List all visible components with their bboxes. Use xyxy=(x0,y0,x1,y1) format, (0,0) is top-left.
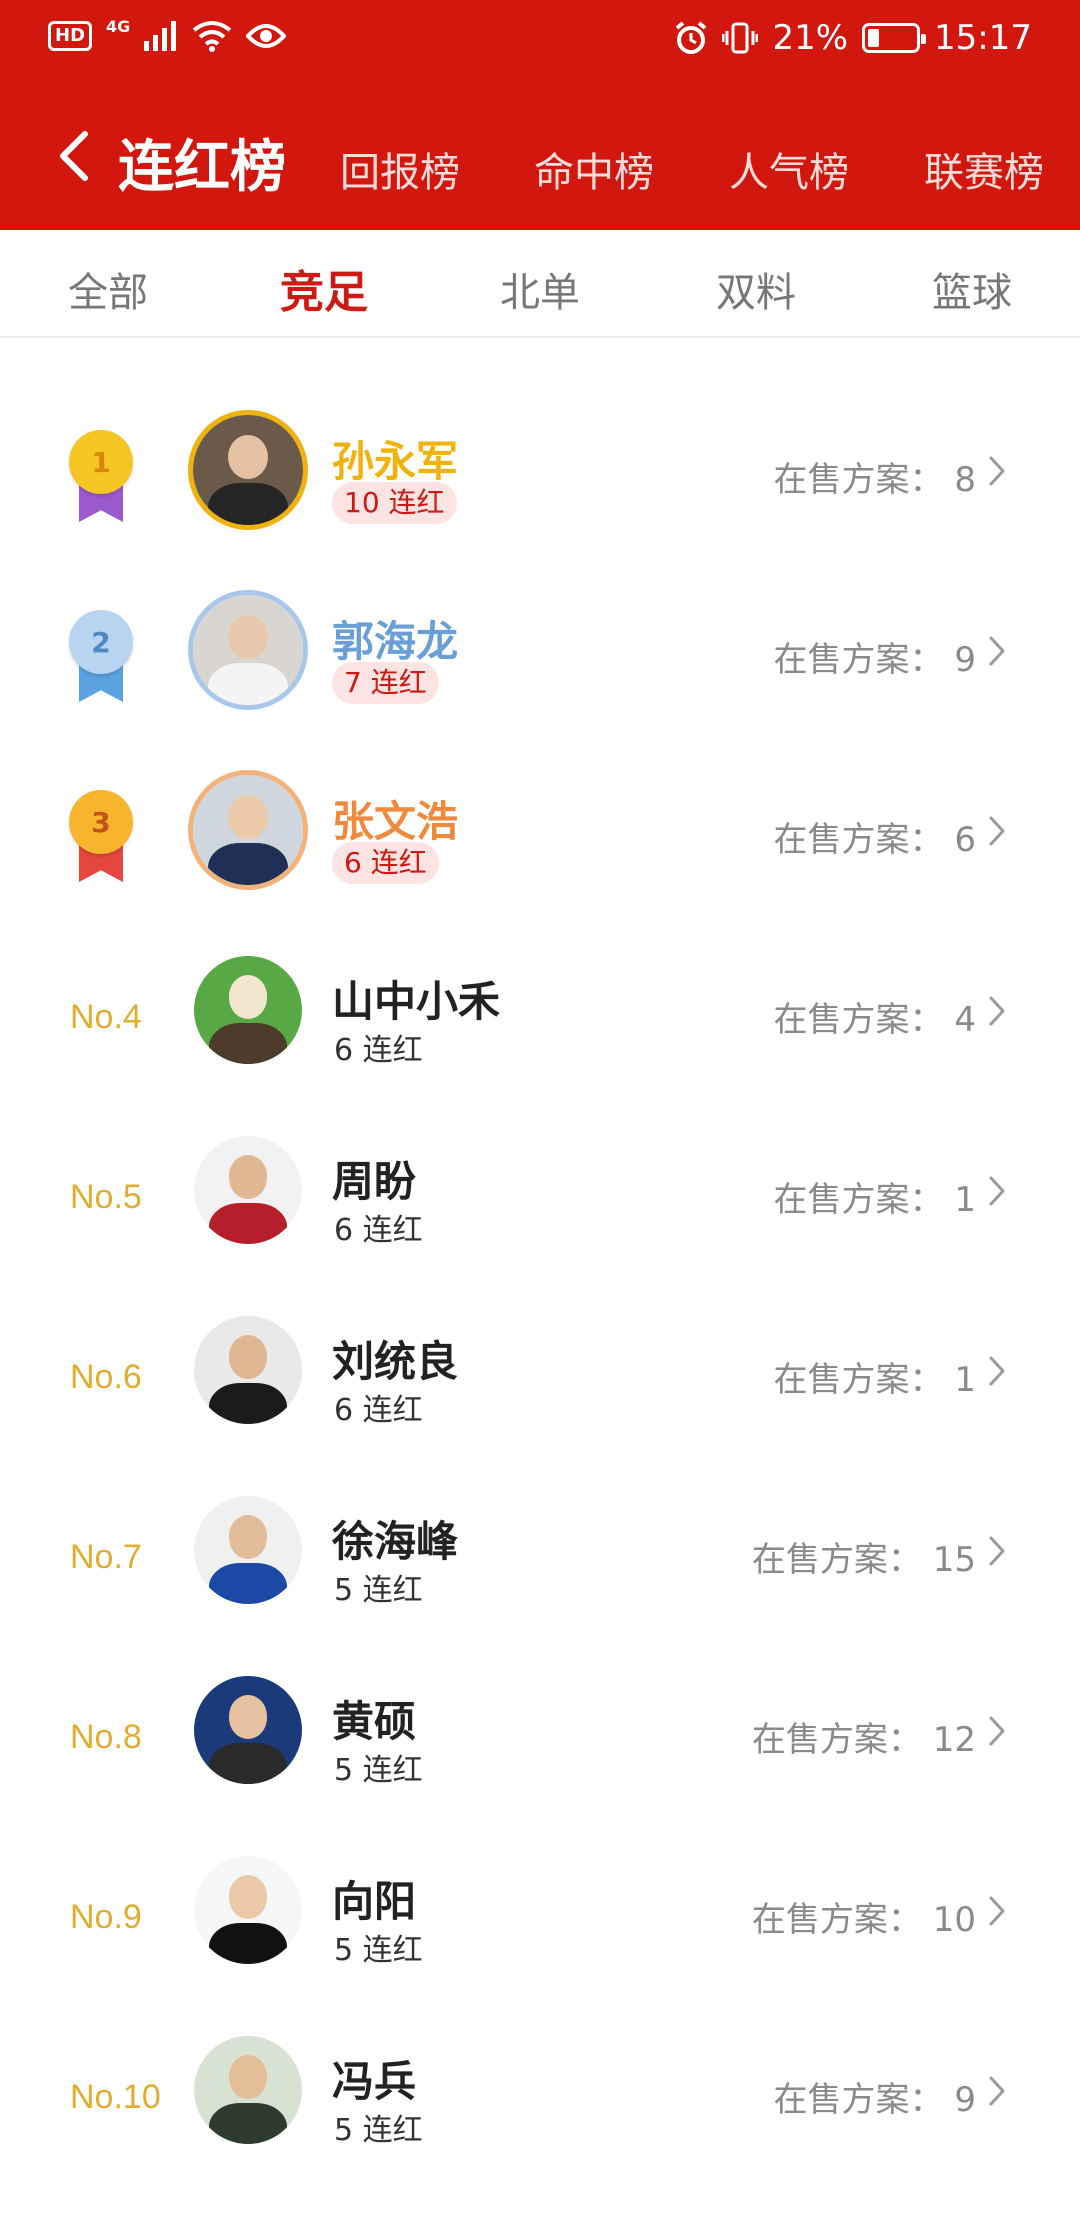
tab-all[interactable]: 全部 xyxy=(68,260,148,318)
on-sale-count: 在售方案： 15 xyxy=(751,1540,976,1580)
rank-number: No.7 xyxy=(70,1538,142,1576)
medal-rank-number: 2 xyxy=(69,610,133,674)
chevron-right-icon[interactable] xyxy=(980,1894,1014,1928)
expert-name[interactable]: 冯兵 xyxy=(332,2048,416,2109)
expert-name[interactable]: 黄硕 xyxy=(332,1688,416,1749)
chevron-right-icon[interactable] xyxy=(980,1174,1014,1208)
tab-jingzu[interactable]: 竞足 xyxy=(280,256,368,320)
rank-number: No.10 xyxy=(70,2078,161,2116)
rank-number: No.8 xyxy=(70,1718,142,1756)
medal-rank-number: 3 xyxy=(69,790,133,854)
chevron-left-icon xyxy=(60,131,88,181)
chevron-right-icon[interactable] xyxy=(980,634,1014,668)
rank-number: No.5 xyxy=(70,1178,142,1216)
ranking-row[interactable]: No.5 周盼 6 连红 在售方案： 1 xyxy=(0,1060,1080,1248)
status-bar: HD 4G 21% 15:17 xyxy=(0,0,1080,80)
on-sale-count: 在售方案： 6 xyxy=(773,820,976,860)
tab-beidan[interactable]: 北单 xyxy=(500,260,580,318)
streak-badge: 5 连红 xyxy=(334,2113,423,2148)
category-tabs: 全部 竞足 北单 双料 篮球 xyxy=(0,230,1080,338)
on-sale-count: 在售方案： 1 xyxy=(773,1180,976,1220)
tab-basketball[interactable]: 篮球 xyxy=(932,260,1012,318)
ranking-row[interactable]: No.8 黄硕 5 连红 在售方案： 12 xyxy=(0,1600,1080,1788)
medal-icon: 1 xyxy=(66,430,136,530)
ranking-row[interactable]: 3 张文浩 6 连红 在售方案： 6 xyxy=(0,700,1080,890)
expert-name[interactable]: 郭海龙 xyxy=(332,608,458,669)
ranking-row[interactable]: No.4 山中小禾 6 连红 在售方案： 4 xyxy=(0,880,1080,1068)
medal-icon: 3 xyxy=(66,790,136,890)
avatar[interactable] xyxy=(188,410,308,530)
avatar[interactable] xyxy=(194,1316,302,1424)
expert-name[interactable]: 徐海峰 xyxy=(332,1508,458,1569)
clock: 15:17 xyxy=(934,18,1032,58)
expert-name[interactable]: 刘统良 xyxy=(332,1328,458,1389)
on-sale-count: 在售方案： 12 xyxy=(751,1720,976,1760)
expert-name[interactable]: 张文浩 xyxy=(332,788,458,849)
expert-name[interactable]: 向阳 xyxy=(332,1868,416,1929)
rank-number: No.6 xyxy=(70,1358,142,1396)
streak-badge: 6 连红 xyxy=(332,842,439,884)
expert-name[interactable]: 周盼 xyxy=(332,1148,416,1209)
chevron-right-icon[interactable] xyxy=(980,814,1014,848)
ranking-row[interactable]: No.6 刘统良 6 连红 在售方案： 1 xyxy=(0,1240,1080,1428)
eye-icon xyxy=(246,24,287,48)
rank-number: No.9 xyxy=(70,1898,142,1936)
back-button[interactable] xyxy=(44,126,104,186)
on-sale-count: 在售方案： 10 xyxy=(751,1900,976,1940)
avatar[interactable] xyxy=(188,590,308,710)
streak-badge: 10 连红 xyxy=(332,482,457,524)
battery-icon xyxy=(862,23,927,53)
on-sale-count: 在售方案： 9 xyxy=(773,640,976,680)
alarm-icon xyxy=(676,21,707,54)
avatar[interactable] xyxy=(194,1856,302,1964)
avatar[interactable] xyxy=(194,1136,302,1244)
on-sale-count: 在售方案： 1 xyxy=(773,1360,976,1400)
app-header: HD 4G 21% 15:17 连红榜 回报榜 命中榜 人气榜 联赛榜 xyxy=(0,0,1080,230)
on-sale-count: 在售方案： 4 xyxy=(773,1000,976,1040)
chevron-right-icon[interactable] xyxy=(980,1354,1014,1388)
on-sale-count: 在售方案： 8 xyxy=(773,460,976,500)
signal-icon xyxy=(144,21,177,51)
medal-icon: 2 xyxy=(66,610,136,710)
status-left: HD 4G xyxy=(48,16,287,52)
ranking-row[interactable]: 1 孙永军 10 连红 在售方案： 8 xyxy=(0,340,1080,530)
ranking-row[interactable]: No.10 冯兵 5 连红 在售方案： 9 xyxy=(0,1960,1080,2148)
on-sale-count: 在售方案： 9 xyxy=(773,2080,976,2120)
chevron-right-icon[interactable] xyxy=(980,2074,1014,2108)
chevron-right-icon[interactable] xyxy=(980,994,1014,1028)
chevron-right-icon[interactable] xyxy=(980,1534,1014,1568)
expert-name[interactable]: 山中小禾 xyxy=(332,968,500,1029)
ranking-row[interactable]: 2 郭海龙 7 连红 在售方案： 9 xyxy=(0,520,1080,710)
avatar[interactable] xyxy=(194,1676,302,1784)
hd-badge: HD xyxy=(48,21,93,51)
avatar[interactable] xyxy=(194,1496,302,1604)
network-type-label: 4G xyxy=(106,16,131,36)
page-title: 连红榜 xyxy=(118,135,286,200)
vibrate-icon xyxy=(722,22,759,54)
chevron-right-icon[interactable] xyxy=(980,454,1014,488)
streak-badge: 7 连红 xyxy=(332,662,439,704)
ranking-row[interactable]: No.9 向阳 5 连红 在售方案： 10 xyxy=(0,1780,1080,1968)
wifi-icon xyxy=(193,21,232,52)
chevron-right-icon[interactable] xyxy=(980,1714,1014,1748)
ranking-row[interactable]: No.7 徐海峰 5 连红 在售方案： 15 xyxy=(0,1420,1080,1608)
nav-row: 连红榜 回报榜 命中榜 人气榜 联赛榜 xyxy=(0,110,1080,210)
tab-hit-rank[interactable]: 命中榜 xyxy=(534,140,654,198)
rank-number: No.4 xyxy=(70,998,142,1036)
expert-name[interactable]: 孙永军 xyxy=(332,428,458,489)
avatar[interactable] xyxy=(194,956,302,1064)
status-right: 21% 15:17 xyxy=(674,18,1032,58)
avatar[interactable] xyxy=(188,770,308,890)
avatar[interactable] xyxy=(194,2036,302,2144)
tab-popularity-rank[interactable]: 人气榜 xyxy=(729,140,849,198)
battery-percent: 21% xyxy=(772,18,849,58)
tab-return-rank[interactable]: 回报榜 xyxy=(340,140,460,198)
tab-league-rank[interactable]: 联赛榜 xyxy=(924,140,1044,198)
medal-rank-number: 1 xyxy=(69,430,133,494)
tab-shuangliao[interactable]: 双料 xyxy=(716,260,796,318)
